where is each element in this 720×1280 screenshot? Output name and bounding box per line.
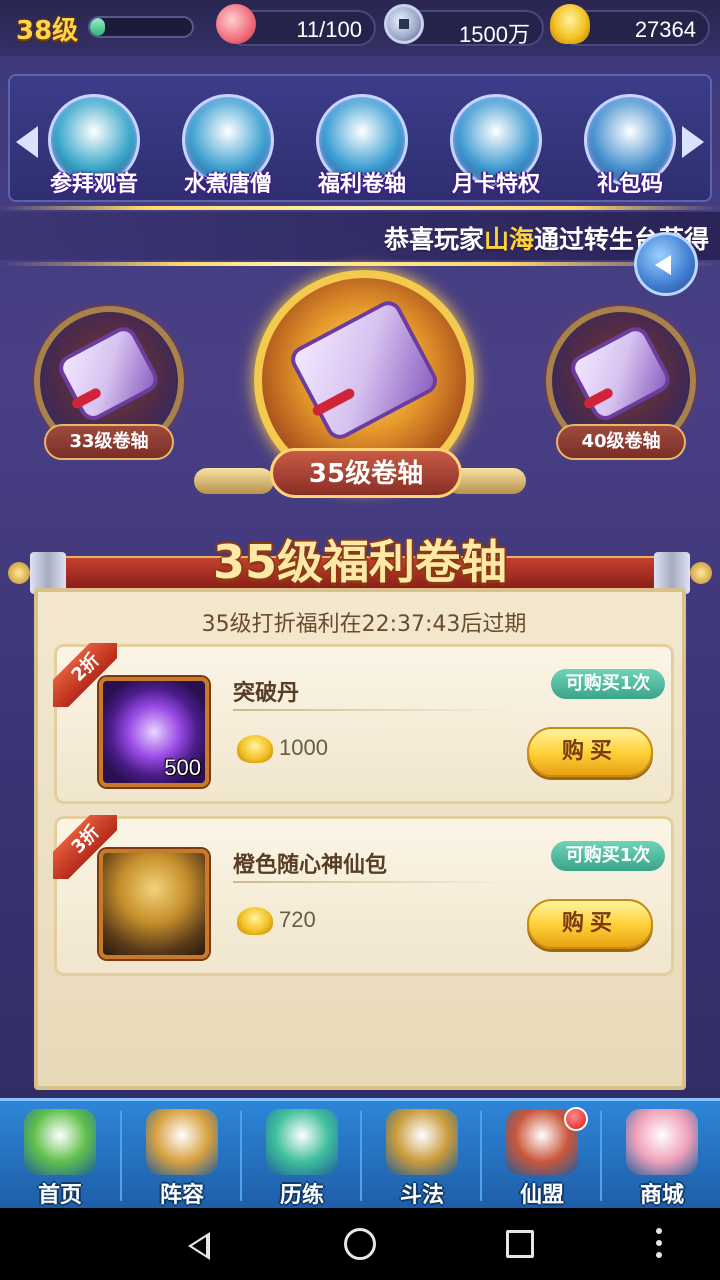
gold-ingot-icon (550, 4, 590, 44)
item-price: 720 (279, 907, 316, 932)
coin-icon (384, 4, 424, 44)
scroll-icon (59, 327, 159, 421)
system-more-icon[interactable] (656, 1228, 662, 1262)
shop-girl-icon (626, 1109, 698, 1175)
back-button[interactable] (634, 232, 698, 296)
menu-item-label: 礼包码 (596, 172, 663, 197)
scroll-label-right: 40级卷轴 (556, 424, 686, 460)
nav-label: 阵容 (159, 1183, 204, 1208)
item-count: 500 (164, 755, 201, 780)
announcement-player-name: 山海 (484, 225, 535, 254)
ingot-value: 27364 (634, 17, 696, 42)
exp-bar (88, 16, 194, 38)
menu-item-label: 福利卷轴 (317, 172, 406, 197)
shop-item-card: 3折 橙色随心神仙包 可购买1次 720 购买 (53, 815, 674, 976)
nav-formation[interactable]: 阵容 (122, 1101, 242, 1211)
divider (0, 206, 720, 210)
nav-label: 商城 (639, 1183, 684, 1208)
gold-ingot-icon (237, 907, 273, 935)
divider (233, 881, 513, 883)
system-back-icon[interactable] (188, 1232, 210, 1260)
nav-training[interactable]: 历练 (242, 1101, 362, 1211)
home-island-icon (24, 1109, 96, 1175)
divider (233, 709, 513, 711)
announcement-prefix: 恭喜玩家 (384, 225, 485, 254)
stamina-value: 11/100 (296, 17, 362, 42)
panel-title: 35级福利卷轴 (212, 535, 507, 589)
nav-label: 仙盟 (519, 1183, 564, 1208)
menu-item-monk[interactable]: 水煮唐僧 (172, 94, 284, 200)
coin-value: 1500万 (459, 22, 530, 47)
immortal-pack-icon[interactable] (99, 849, 209, 959)
player-level: 38级 (16, 16, 79, 46)
nav-duel[interactable]: 斗法 (362, 1101, 482, 1211)
peach-icon (216, 4, 256, 44)
menu-item-label: 月卡特权 (451, 172, 540, 197)
item-price: 1000 (279, 735, 328, 760)
gold-ingot-icon (237, 735, 273, 763)
system-home-icon[interactable] (344, 1228, 376, 1260)
menu-item-welfare-scroll[interactable]: 福利卷轴 (306, 94, 418, 200)
exp-bar-fill (90, 18, 106, 36)
system-nav-bar (0, 1208, 720, 1280)
breakthrough-pill-icon[interactable]: 500 (99, 677, 209, 787)
carousel-left-arrow-icon[interactable] (16, 126, 38, 158)
buy-button[interactable]: 购买 (527, 727, 653, 777)
nav-shop[interactable]: 商城 (602, 1101, 720, 1211)
buy-limit-badge: 可购买1次 (551, 669, 665, 699)
notification-dot (564, 1107, 588, 1131)
nav-label: 斗法 (399, 1183, 444, 1208)
shop-item-card: 2折 500 突破丹 可购买1次 1000 购买 (53, 643, 674, 804)
menu-item-gift-code[interactable]: 礼包码 (574, 94, 686, 200)
nav-label: 首页 (37, 1183, 82, 1208)
system-recents-icon[interactable] (506, 1230, 534, 1258)
item-name: 橙色随心神仙包 (233, 853, 388, 878)
bottom-nav: 首页 阵容 历练 斗法 仙盟 商城 (0, 1098, 720, 1208)
scroll-label-center: 35级卷轴 (270, 448, 462, 498)
resource-bar: 38级 11/100 1500万 27364 (0, 0, 720, 56)
cloud-ornament (194, 468, 274, 494)
scroll-icon (571, 327, 671, 421)
nav-home[interactable]: 首页 (0, 1101, 120, 1211)
item-name: 突破丹 (233, 681, 300, 706)
scroll-icon (291, 301, 437, 439)
menu-item-label: 参拜观音 (49, 172, 138, 197)
feature-carousel: 参拜观音 水煮唐僧 福利卷轴 月卡特权 礼包码 (8, 74, 712, 202)
gourd-icon (266, 1109, 338, 1175)
menu-item-month-card[interactable]: 月卡特权 (440, 94, 552, 200)
buy-button[interactable]: 购买 (527, 899, 653, 949)
divider (0, 262, 720, 266)
formation-icon (146, 1109, 218, 1175)
menu-item-guanyin[interactable]: 参拜观音 (38, 94, 150, 200)
menu-item-label: 水煮唐僧 (183, 172, 272, 197)
expiry-text: 35级打折福利在22:37:43后过期 (201, 612, 527, 637)
scroll-label-left: 33级卷轴 (44, 424, 174, 460)
welfare-panel: 35级打折福利在22:37:43后过期 2折 500 突破丹 可购买1次 100… (34, 588, 686, 1090)
nav-label: 历练 (279, 1183, 324, 1208)
buy-limit-badge: 可购买1次 (551, 841, 665, 871)
announcement-marquee: 恭喜玩家山海通过转生台获得 (0, 212, 720, 260)
nav-alliance[interactable]: 仙盟 (482, 1101, 602, 1211)
helmet-icon (386, 1109, 458, 1175)
